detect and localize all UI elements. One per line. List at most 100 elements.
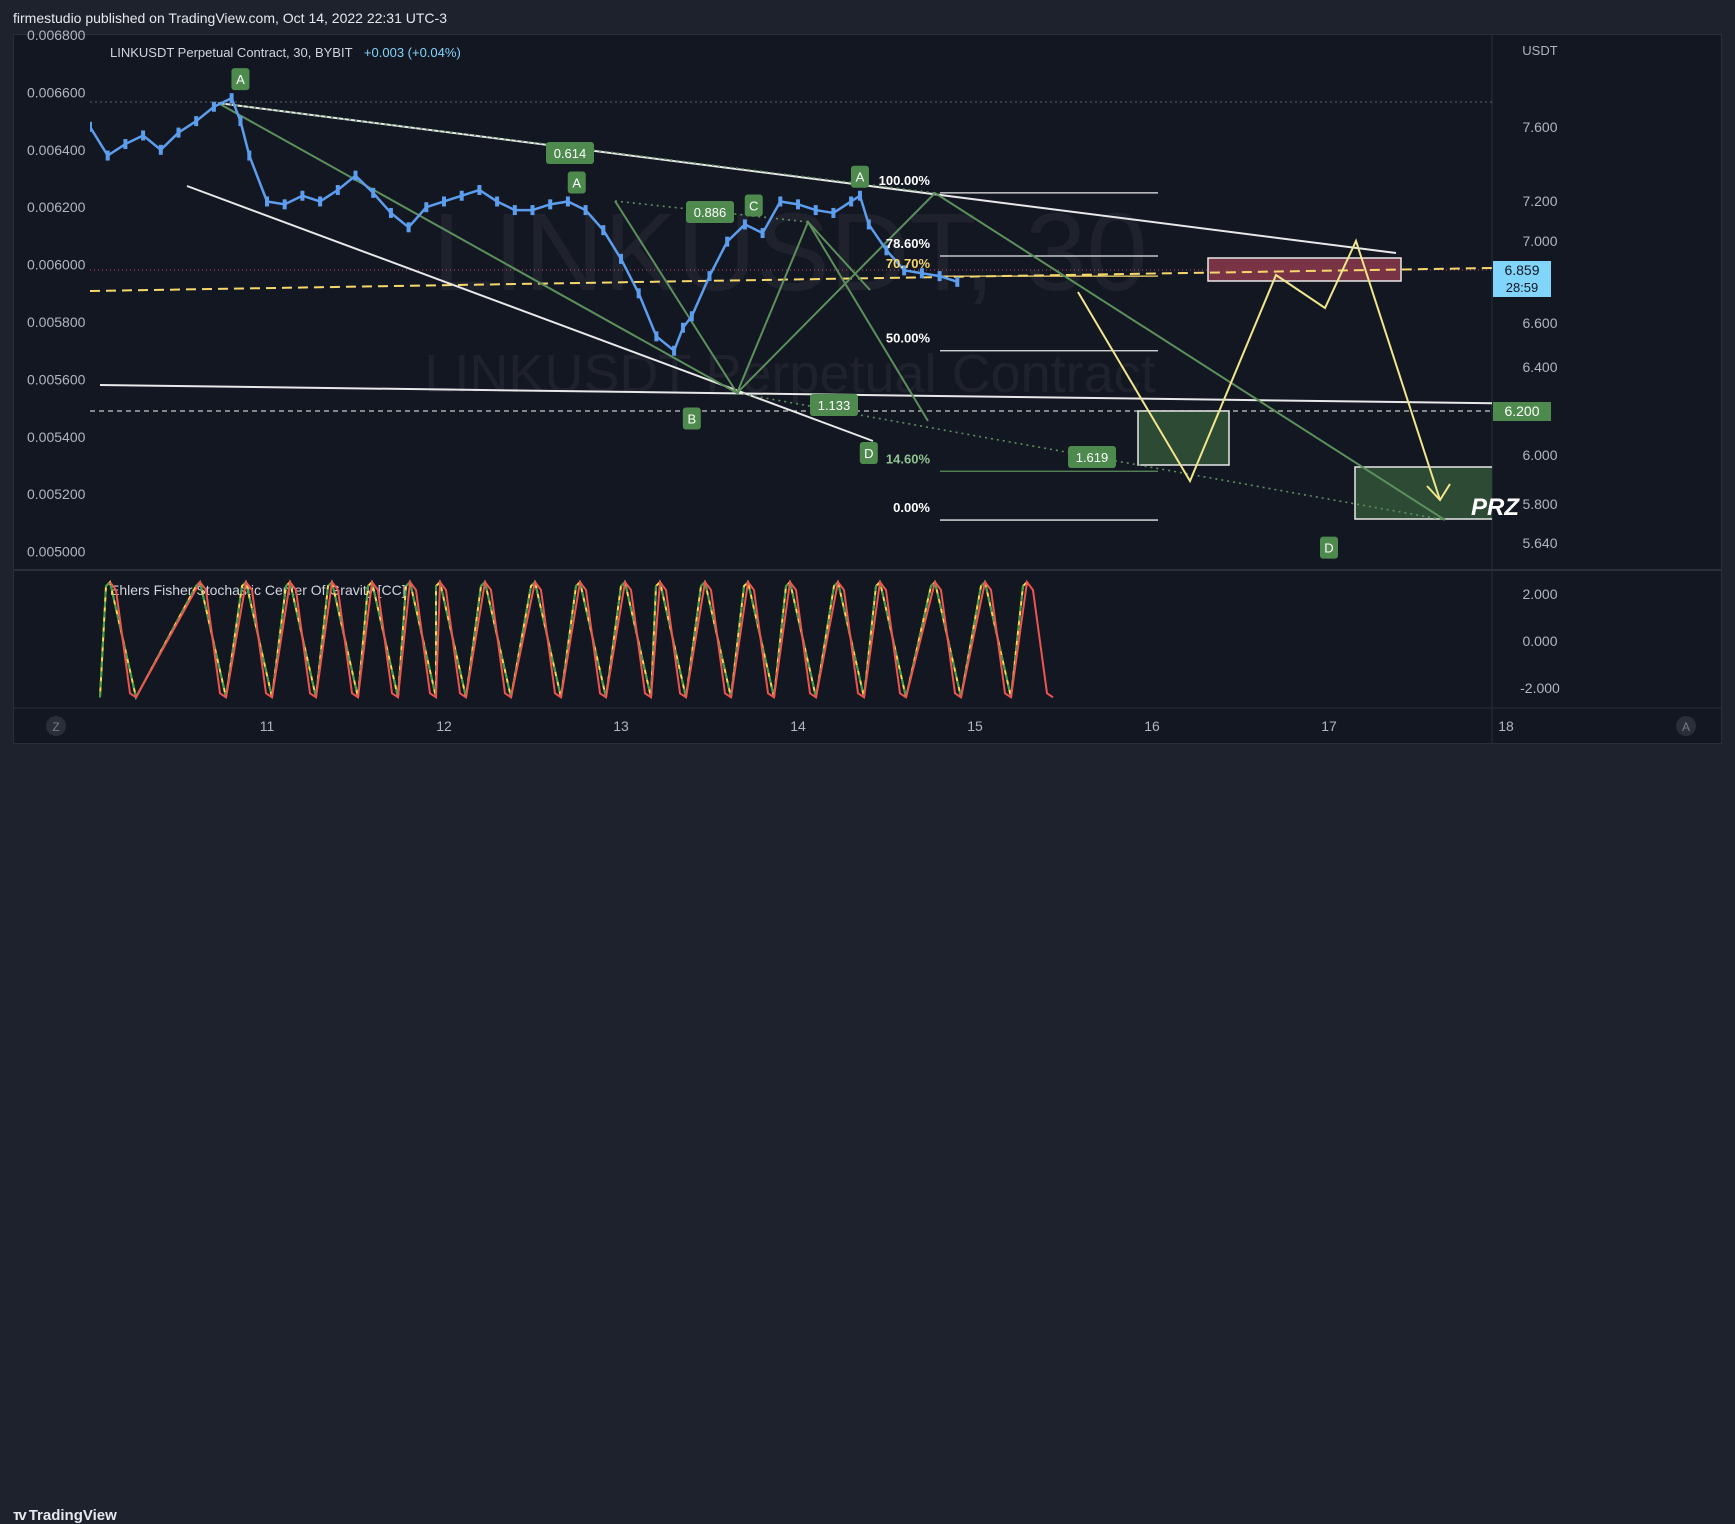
candle [300, 190, 305, 201]
tradingview-logo-text: TradingView [28, 1507, 117, 1524]
right-axis-tick: 7.200 [1522, 193, 1557, 209]
candle [141, 130, 146, 141]
candle [548, 199, 553, 210]
candle [512, 205, 517, 216]
left-axis-tick: 0.005600 [27, 371, 86, 387]
oscillator-down-line [109, 579, 1054, 700]
candle [282, 199, 287, 210]
candle [424, 202, 429, 213]
candle [937, 271, 942, 282]
watermark-large: LINKUSDT, 30 [432, 191, 1147, 314]
footer-bar: ᴛᴠ TradingView [0, 750, 1735, 1524]
time-axis-tick: 18 [1498, 718, 1514, 734]
candle [955, 276, 960, 287]
oscillator-axis-tick: 0.000 [1522, 633, 1557, 649]
left-axis-tick: 0.006400 [27, 142, 86, 158]
right-axis-tick: 7.600 [1522, 119, 1557, 135]
right-axis-tick: 6.000 [1522, 447, 1557, 463]
oscillator-axis-tick: 2.000 [1522, 586, 1557, 602]
indicator-title[interactable]: Ehlers Fisher Stochastic Center Of Gravi… [110, 582, 406, 598]
fib-level-label: 100.00% [879, 173, 931, 188]
left-axis-tick: 0.006200 [27, 199, 86, 215]
candle [601, 225, 606, 236]
time-axis-tick: 14 [790, 718, 806, 734]
ratio-label: 1.619 [1076, 450, 1109, 465]
candle [849, 196, 854, 207]
right-axis-tick: 5.640 [1522, 535, 1557, 551]
ratio-label: 0.614 [554, 146, 587, 161]
time-axis-tick: 13 [613, 718, 629, 734]
candle [265, 196, 269, 207]
candle [318, 196, 323, 207]
oscillator-axis-tick: -2.000 [1520, 680, 1560, 696]
fib-level-label: 0.00% [893, 500, 930, 515]
right-axis-tick: 6.400 [1522, 359, 1557, 375]
candle [760, 228, 765, 239]
left-axis-tick: 0.006000 [27, 257, 86, 273]
candle [176, 127, 181, 138]
candle [123, 139, 128, 150]
candle [211, 101, 216, 112]
left-axis-tick: 0.006600 [27, 84, 86, 100]
candle [442, 196, 446, 207]
candle [796, 199, 800, 210]
candle [353, 170, 358, 181]
pattern-point-label: A [236, 72, 245, 87]
fib-level-label: 50.00% [886, 331, 931, 346]
oscillator-lines [99, 579, 1054, 701]
ratio-label: 1.133 [818, 398, 851, 413]
candle [565, 196, 570, 207]
fib-level-label: 78.60% [886, 236, 931, 251]
candle [229, 93, 234, 104]
candle [90, 121, 92, 132]
time-axis[interactable]: 11 12 13 14 15 16 17 18 [260, 718, 1514, 734]
time-axis-tick: 17 [1321, 718, 1337, 734]
candle [857, 190, 862, 201]
candle [619, 253, 623, 264]
left-axis-tick: 0.006800 [27, 27, 86, 43]
price-change: +0.003 (+0.04%) [364, 45, 461, 60]
candle [689, 311, 694, 322]
pattern-point-label: D [1324, 541, 1333, 556]
right-price-axis[interactable]: 7.600 7.200 7.000 6.600 6.400 6.000 5.800 5.640… [1493, 119, 1558, 551]
candle [680, 322, 685, 333]
candle [238, 116, 243, 127]
candle [636, 288, 641, 299]
candle [583, 205, 588, 216]
candle [406, 222, 411, 233]
time-axis-tick: 16 [1144, 718, 1160, 734]
bar-countdown: 28:59 [1506, 280, 1539, 295]
pattern-point-label: A [572, 175, 581, 190]
fib-level-label: 70.70% [886, 256, 931, 271]
right-axis-tick: 5.800 [1522, 496, 1557, 512]
candle [707, 271, 712, 282]
tradingview-logo-icon: ᴛᴠ [13, 1507, 27, 1524]
left-axis-tick: 0.005000 [27, 544, 86, 560]
chart-canvas[interactable]: LINKUSDT, 30 LINKUSDT Perpetual Contract… [0, 0, 1735, 788]
pattern-point-label: A [856, 170, 865, 185]
candle [742, 219, 747, 230]
candle [371, 187, 376, 198]
candle [654, 331, 659, 342]
support-price-value: 6.200 [1504, 403, 1539, 419]
candle [495, 196, 500, 207]
pattern-point-label: B [687, 412, 696, 427]
time-axis-tick: 15 [967, 718, 983, 734]
time-axis-tick: 11 [260, 718, 275, 734]
left-axis-tick: 0.005200 [27, 486, 86, 502]
oscillator-axis[interactable]: 2.000 0.000 -2.000 [1520, 586, 1560, 696]
auto-scale-label: A [1682, 720, 1690, 734]
left-axis-tick: 0.005800 [27, 314, 86, 330]
candle [778, 196, 783, 207]
zoom-button-label: Z [52, 720, 59, 734]
ratio-label: 0.886 [694, 205, 727, 220]
candle [672, 345, 677, 356]
last-price-value: 6.859 [1504, 262, 1539, 278]
left-price-axis[interactable]: 0.006800 0.006600 0.006400 0.006200 0.006000… [27, 27, 86, 560]
time-axis-tick: 12 [436, 718, 452, 734]
prz-label: PRZ [1471, 494, 1520, 521]
tradingview-logo[interactable]: ᴛᴠ TradingView [13, 1507, 117, 1524]
right-axis-tick: 6.600 [1522, 315, 1557, 331]
fib-level-label: 14.60% [886, 451, 931, 466]
candle [388, 207, 393, 218]
